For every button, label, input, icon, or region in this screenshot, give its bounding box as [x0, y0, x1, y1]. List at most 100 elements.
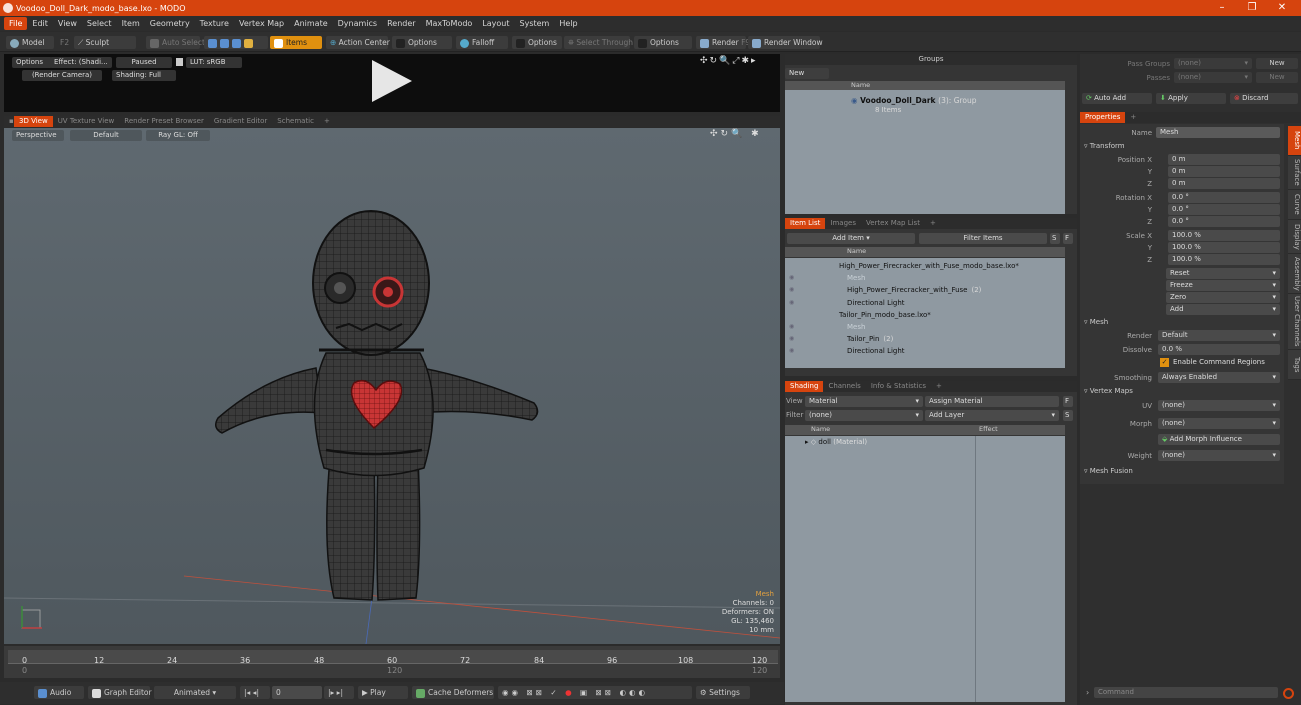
item-list-row[interactable]: ◉ Directional Light: [785, 297, 1065, 309]
name-field[interactable]: Mesh: [1156, 127, 1280, 138]
material-mode-icon[interactable]: [244, 38, 253, 48]
freeze-dropdown[interactable]: Freeze ▾: [1166, 280, 1280, 291]
action-center-options[interactable]: Options: [392, 36, 452, 49]
rotation-y-field[interactable]: 0.0 °: [1168, 204, 1280, 215]
tab-channels[interactable]: Channels: [823, 381, 865, 392]
cache-deformers-button[interactable]: Cache Deformers: [412, 686, 494, 699]
preview-effect-dropdown[interactable]: Effect: (Shadi...: [50, 57, 112, 68]
viewport-menu-icon[interactable]: ▪: [4, 116, 14, 127]
menu-edit[interactable]: Edit: [27, 17, 53, 30]
selection-mode-buttons[interactable]: [204, 36, 268, 49]
tab-gradient-editor[interactable]: Gradient Editor: [209, 116, 272, 127]
visibility-eye-icon[interactable]: ◉: [789, 321, 794, 333]
item-list-row[interactable]: ◉ Directional Light: [785, 345, 1065, 357]
menu-geometry[interactable]: Geometry: [145, 17, 195, 30]
weight-dropdown[interactable]: (none) ▾: [1158, 450, 1280, 461]
group-item-row[interactable]: ◉ Voodoo_Doll_Dark (3): Group: [851, 96, 977, 105]
tab-add-properties[interactable]: +: [1125, 112, 1141, 123]
pass-groups-dropdown[interactable]: (none) ▾: [1174, 58, 1252, 69]
lock-icon[interactable]: [176, 58, 183, 66]
mesh-fusion-section[interactable]: ▿ Mesh Fusion: [1084, 467, 1133, 475]
minimize-button[interactable]: –: [1210, 0, 1234, 16]
visibility-eye-icon[interactable]: ◉: [789, 297, 794, 309]
menu-animate[interactable]: Animate: [289, 17, 333, 30]
tab-render-preset-browser[interactable]: Render Preset Browser: [119, 116, 209, 127]
tab-vertex-map-list[interactable]: Vertex Map List: [861, 218, 925, 229]
record-icon[interactable]: ●: [565, 688, 575, 697]
position-z-field[interactable]: 0 m: [1168, 178, 1280, 189]
tab-properties[interactable]: Properties: [1080, 112, 1126, 123]
play-preview-icon[interactable]: [370, 58, 414, 104]
position-y-field[interactable]: 0 m: [1168, 166, 1280, 177]
scale-y-field[interactable]: 100.0 %: [1168, 242, 1280, 253]
tab-shading[interactable]: Shading: [785, 381, 824, 392]
items-mode-button[interactable]: Items: [270, 36, 322, 49]
itemlist-s-button[interactable]: S: [1050, 233, 1060, 244]
sidetab-curve[interactable]: Curve: [1288, 190, 1301, 220]
auto-select-button[interactable]: Auto Select: [146, 36, 205, 49]
itemlist-f-button[interactable]: F: [1063, 233, 1073, 244]
shading-dropdown[interactable]: Shading: Full: [112, 70, 176, 81]
visibility-eye-icon[interactable]: ◉: [789, 333, 794, 345]
tab-add-shading[interactable]: +: [931, 381, 947, 392]
preview-options-button[interactable]: Options: [12, 57, 52, 68]
vertex-maps-section[interactable]: ▿ Vertex Maps: [1084, 387, 1133, 395]
command-history-icon[interactable]: [1283, 688, 1294, 699]
sidetab-assembly[interactable]: Assembly: [1288, 254, 1301, 294]
tab-3d-view[interactable]: 3D View: [14, 116, 53, 127]
passes-new-button[interactable]: New: [1256, 72, 1298, 83]
enable-command-regions-checkbox[interactable]: ✓: [1160, 358, 1169, 367]
menu-select[interactable]: Select: [82, 17, 117, 30]
render-button[interactable]: Render F9: [696, 36, 750, 49]
vertex-mode-icon[interactable]: [208, 38, 217, 48]
model-button[interactable]: Model: [6, 36, 54, 49]
rotation-x-field[interactable]: 0.0 °: [1168, 192, 1280, 203]
tab-item-list[interactable]: Item List: [785, 218, 826, 229]
falloff-options[interactable]: Options: [512, 36, 562, 49]
menu-render[interactable]: Render: [382, 17, 420, 30]
menu-texture[interactable]: Texture: [195, 17, 234, 30]
sidetab-user-channels[interactable]: User Channels: [1288, 294, 1301, 350]
select-through-button[interactable]: ⛯ Select Through: [564, 36, 633, 49]
visibility-eye-icon[interactable]: ◉: [789, 272, 794, 284]
uv-dropdown[interactable]: (none) ▾: [1158, 400, 1280, 411]
edge-mode-icon[interactable]: [220, 38, 229, 48]
pass-groups-new-button[interactable]: New: [1256, 58, 1298, 69]
timeline[interactable]: 0 12 24 36 48 60 72 84 96 108 120 0 120 …: [4, 646, 780, 678]
assign-material-button[interactable]: Assign Material: [925, 396, 1059, 407]
polygon-mode-icon[interactable]: [232, 38, 241, 48]
tab-uv-texture-view[interactable]: UV Texture View: [53, 116, 120, 127]
discard-button[interactable]: ⊗ Discard: [1230, 93, 1298, 104]
rotation-z-field[interactable]: 0.0 °: [1168, 216, 1280, 227]
mesh-section[interactable]: ▿ Mesh: [1084, 318, 1108, 326]
command-input[interactable]: Command: [1094, 687, 1278, 698]
menu-file[interactable]: File: [4, 17, 28, 30]
select-through-options[interactable]: Options: [634, 36, 692, 49]
filter-items-field[interactable]: Filter Items: [919, 233, 1047, 244]
next-key-buttons[interactable]: |▸ ▸|: [324, 686, 354, 699]
shader-tree[interactable]: ▸ ◇ doll (Material): [785, 436, 1065, 702]
item-list-tree[interactable]: High_Power_Firecracker_with_Fuse_modo_ba…: [785, 258, 1065, 368]
3d-viewport[interactable]: Perspective Default Ray GL: Off ✣↻🔍 ✱ Me…: [4, 128, 780, 644]
visibility-eye-icon[interactable]: ◉: [789, 284, 794, 296]
add-layer-dropdown[interactable]: Add Layer ▾: [925, 410, 1059, 421]
item-list-row[interactable]: ◉ High_Power_Firecracker_with_Fuse (2): [785, 284, 1065, 296]
preview-nav-icons[interactable]: ✣↻🔍⤢✱▸: [700, 56, 758, 66]
item-list-row[interactable]: ◉ Mesh: [785, 272, 1065, 284]
menu-layout[interactable]: Layout: [477, 17, 514, 30]
sidetab-mesh[interactable]: Mesh: [1288, 126, 1301, 156]
sculpt-button[interactable]: ⟋ Sculpt: [74, 36, 136, 49]
menu-maxtomodo[interactable]: MaxToModo: [421, 17, 478, 30]
dissolve-field[interactable]: 0.0 %: [1158, 344, 1280, 355]
play-button[interactable]: ▶ Play: [358, 686, 408, 699]
sidetab-tags[interactable]: Tags: [1288, 350, 1301, 380]
render-window-button[interactable]: Render Window: [748, 36, 823, 49]
transform-section[interactable]: ▿ Transform: [1084, 142, 1125, 150]
item-list-row[interactable]: ◉ Mesh: [785, 321, 1065, 333]
apply-button[interactable]: ⬇ Apply: [1156, 93, 1226, 104]
animated-dropdown[interactable]: Animated ▾: [154, 686, 236, 699]
shading-s-button[interactable]: S: [1063, 410, 1073, 421]
key-tools[interactable]: ◉◉ ⊠⊠ ✓ ● ▣ ⊠⊠ ◐◐◐: [498, 686, 692, 699]
menu-view[interactable]: View: [53, 17, 82, 30]
shader-row-doll[interactable]: ▸ ◇ doll (Material): [805, 438, 867, 446]
